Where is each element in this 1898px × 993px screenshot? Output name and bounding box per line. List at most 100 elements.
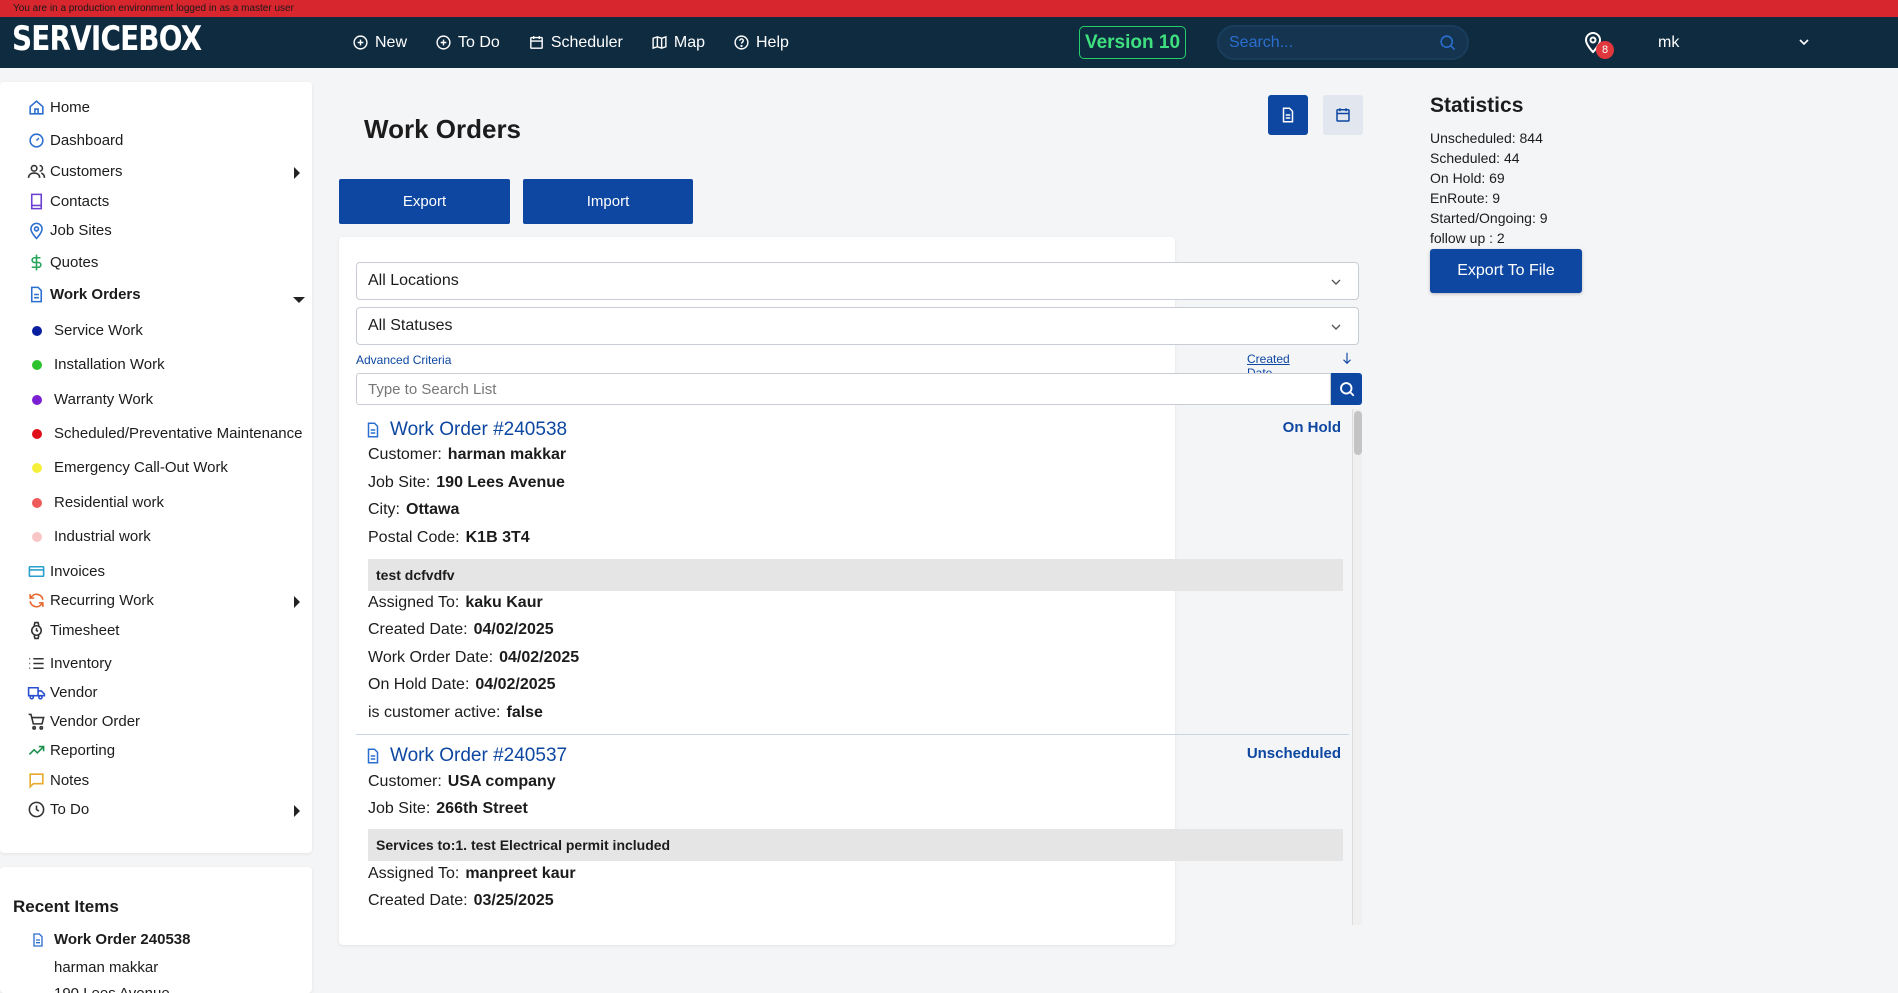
global-search-input[interactable]	[1229, 33, 1429, 53]
caret-right-icon[interactable]	[294, 167, 300, 179]
recent-items-panel: Recent Items Work Order 240538 harman ma…	[0, 867, 312, 993]
sidebar-item-label: Reporting	[50, 742, 116, 759]
caret-right-icon[interactable]	[294, 596, 300, 608]
clock-icon	[28, 801, 45, 818]
nav-new[interactable]: New	[352, 34, 407, 52]
nav-help-label: Help	[755, 33, 789, 51]
field-value: 03/25/2025	[473, 892, 554, 909]
field-label: Work Order Date:	[368, 649, 494, 666]
work-order-type-label: Installation Work	[54, 356, 165, 373]
help-circle-icon	[734, 35, 749, 50]
on-hold-date-field: On Hold Date: 04/02/2025	[368, 676, 555, 694]
work-order-type-residential[interactable]: Residential work	[32, 494, 302, 511]
sidebar: Home Dashboard Customers Contacts Job Si…	[0, 82, 312, 853]
sidebar-item-inventory[interactable]: Inventory	[27, 654, 112, 673]
servicebox-logo[interactable]: SERVICEBOX	[12, 19, 202, 59]
calendar-icon	[529, 36, 543, 49]
work-order-type-service[interactable]: Service Work	[32, 322, 302, 339]
sidebar-item-work-orders[interactable]: Work Orders	[27, 285, 141, 304]
map-pin-icon	[30, 222, 43, 240]
sidebar-item-invoices[interactable]: Invoices	[27, 562, 105, 581]
work-order-note: Services to:1. test Electrical permit in…	[368, 829, 1343, 861]
field-value: K1B 3T4	[465, 529, 530, 546]
chevron-down-icon[interactable]	[1796, 34, 1812, 50]
import-button[interactable]: Import	[523, 179, 693, 224]
work-order-header: Work Order #240537	[364, 745, 567, 767]
search-icon[interactable]	[1438, 33, 1457, 52]
sidebar-item-home[interactable]: Home	[27, 98, 90, 117]
location-select[interactable]: All Locations	[356, 262, 1359, 300]
credit-card-icon	[28, 565, 45, 578]
jobsite-field: Job Site: 190 Lees Avenue	[368, 474, 565, 492]
field-value: false	[506, 704, 543, 721]
list-search-button[interactable]	[1331, 373, 1362, 405]
sidebar-item-timesheet[interactable]: Timesheet	[27, 621, 119, 640]
sidebar-item-dashboard[interactable]: Dashboard	[27, 131, 123, 150]
work-order-list[interactable]: Work Order #240538 On Hold Customer: harm…	[356, 409, 1362, 925]
nav-help[interactable]: Help	[733, 34, 789, 52]
created-date-field: Created Date: 03/25/2025	[368, 892, 554, 910]
truck-icon	[27, 686, 46, 700]
sidebar-item-label: Inventory	[50, 655, 112, 672]
global-search[interactable]	[1217, 25, 1469, 60]
customer-field: Customer: USA company	[368, 773, 556, 791]
work-order-type-installation[interactable]: Installation Work	[32, 356, 302, 373]
field-value: 04/02/2025	[475, 676, 556, 693]
statistics-title: Statistics	[1430, 94, 1524, 117]
work-order-card[interactable]: Work Order #240537 Unscheduled Customer:…	[356, 735, 1349, 925]
nav-scheduler-label: Scheduler	[550, 33, 623, 51]
nav-todo[interactable]: To Do	[435, 34, 500, 52]
arrow-down-icon[interactable]	[1340, 351, 1354, 365]
status-select[interactable]: All Statuses	[356, 307, 1359, 345]
sidebar-item-contacts[interactable]: Contacts	[27, 192, 109, 211]
city-field: City: Ottawa	[368, 501, 459, 519]
scrollbar-thumb[interactable]	[1354, 411, 1362, 455]
sidebar-item-todo[interactable]: To Do	[27, 800, 89, 819]
production-banner: You are in a production environment logg…	[0, 0, 1898, 17]
sidebar-item-customers[interactable]: Customers	[27, 162, 123, 181]
work-order-type-warranty[interactable]: Warranty Work	[32, 391, 302, 408]
user-name[interactable]: mk	[1658, 17, 1679, 68]
sidebar-item-notes[interactable]: Notes	[27, 771, 89, 790]
stat-enroute: EnRoute: 9	[1430, 190, 1501, 206]
caret-down-icon[interactable]	[293, 297, 305, 303]
calendar-view-button[interactable]	[1323, 95, 1363, 135]
message-icon	[29, 773, 44, 789]
sidebar-item-jobsites[interactable]: Job Sites	[27, 221, 112, 240]
advanced-criteria-link[interactable]: Advanced Criteria	[356, 353, 451, 367]
cart-icon	[28, 713, 45, 730]
top-nav: New To Do Scheduler Map Help	[352, 17, 789, 68]
work-order-title[interactable]: Work Order #240537	[390, 745, 567, 767]
plus-circle-icon	[436, 35, 451, 50]
work-order-type-scheduled[interactable]: Scheduled/Preventative Maintenance	[32, 425, 302, 442]
refresh-icon	[29, 593, 44, 608]
recent-item[interactable]: Work Order 240538	[30, 931, 190, 949]
users-icon	[27, 164, 46, 178]
work-order-title[interactable]: Work Order #240538	[390, 419, 567, 441]
version-badge[interactable]: Version 10	[1079, 26, 1186, 59]
sidebar-item-label: Vendor	[50, 684, 98, 701]
export-to-file-button[interactable]: Export To File	[1430, 249, 1582, 293]
list-search-input[interactable]	[356, 373, 1331, 405]
sidebar-item-reporting[interactable]: Reporting	[27, 741, 115, 760]
sidebar-item-label: Notes	[50, 772, 90, 789]
field-value: manpreet kaur	[465, 865, 576, 882]
work-order-type-industrial[interactable]: Industrial work	[32, 528, 302, 545]
sidebar-item-recurring-work[interactable]: Recurring Work	[27, 591, 154, 610]
sidebar-item-quotes[interactable]: Quotes	[27, 253, 98, 272]
nav-map[interactable]: Map	[651, 34, 705, 52]
work-order-card[interactable]: Work Order #240538 On Hold Customer: harm…	[356, 409, 1349, 735]
nav-scheduler[interactable]: Scheduler	[528, 34, 623, 52]
sidebar-item-vendor-order[interactable]: Vendor Order	[27, 712, 140, 731]
page-title: Work Orders	[364, 114, 522, 144]
list-scrollbar[interactable]	[1352, 409, 1362, 925]
sidebar-item-vendor[interactable]: Vendor	[27, 683, 98, 702]
recent-item-address: 190 Lees Avenue	[54, 985, 170, 993]
export-button[interactable]: Export	[339, 179, 510, 224]
customer-active-field: is customer active: false	[368, 704, 543, 722]
work-order-type-emergency[interactable]: Emergency Call-Out Work	[32, 459, 302, 476]
field-value: 04/02/2025	[499, 649, 580, 666]
color-dot	[32, 394, 42, 405]
caret-right-icon[interactable]	[294, 805, 300, 817]
list-view-button[interactable]	[1268, 95, 1308, 135]
